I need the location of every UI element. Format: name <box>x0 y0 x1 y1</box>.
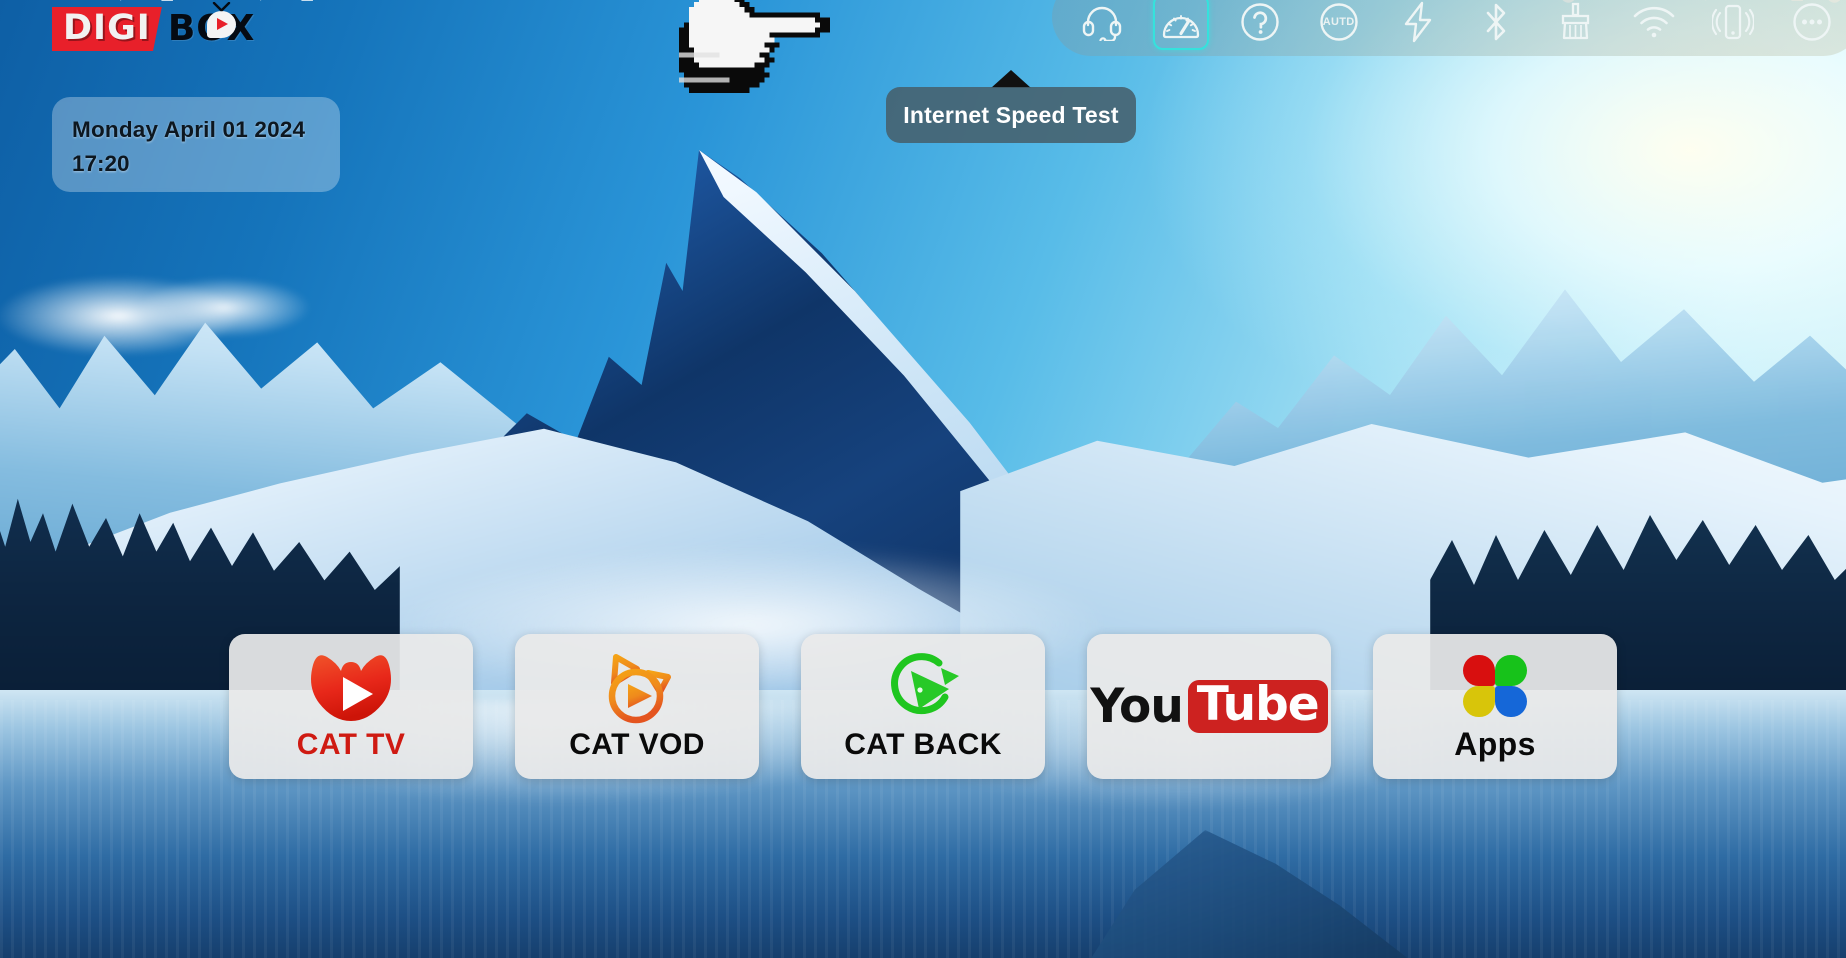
logo-secondary: BOX <box>168 2 256 49</box>
app-cat-back[interactable]: CAT BACK <box>801 634 1045 779</box>
youtube-wordmark-second: Tube <box>1187 680 1328 733</box>
speedometer-icon <box>1162 15 1200 39</box>
lightning-bolt-icon <box>1404 1 1431 43</box>
app-icon-wrap <box>229 652 473 724</box>
youtube-icon: You Tube <box>1090 671 1328 743</box>
speed-test-button[interactable] <box>1152 0 1209 50</box>
top-status-icon-bar: AUTD <box>1052 0 1846 56</box>
remote-button[interactable] <box>1705 0 1761 50</box>
pointing-hand-cursor <box>679 0 830 93</box>
current-time: 17:20 <box>72 151 130 176</box>
logo-primary-text: DIGI <box>52 7 162 51</box>
app-apps[interactable]: Apps <box>1373 634 1617 779</box>
flower-petal-yellow <box>1463 686 1495 717</box>
app-label-apps: Apps <box>1454 726 1536 762</box>
autd-label: AUTD <box>1322 16 1355 28</box>
tooltip-container: Internet Speed Test <box>886 70 1136 143</box>
cat-back-icon <box>891 652 959 714</box>
current-date: Monday April 01 2024 <box>72 117 306 142</box>
wifi-button[interactable] <box>1626 0 1682 50</box>
app-cat-vod[interactable]: CAT VOD <box>515 634 759 779</box>
tv-play-bubble-icon <box>206 11 236 38</box>
wifi-icon <box>1633 6 1675 38</box>
tooltip-bubble: Internet Speed Test <box>886 87 1136 143</box>
app-label-cat-vod: CAT VOD <box>569 727 705 761</box>
flower-petal-blue <box>1495 686 1527 717</box>
cat-tv-icon <box>311 654 391 721</box>
tv-antenna-icon <box>212 2 231 12</box>
broom-icon <box>1562 2 1590 40</box>
app-icon-wrap <box>1373 650 1617 722</box>
phone-vibrate-icon <box>1712 4 1754 40</box>
home-screen: ▼ ■ ▼ ■ ⬤ ▼ ■ ⬤ DIGI BOX Monday April 01… <box>0 0 1846 958</box>
tooltip-arrow-icon <box>991 70 1031 88</box>
youtube-wordmark-first: You <box>1090 679 1183 734</box>
date-time-widget: Monday April 01 2024 17:20 <box>52 97 340 192</box>
more-dots-icon <box>1793 3 1831 41</box>
app-youtube[interactable]: You Tube <box>1087 634 1331 779</box>
app-icon-wrap <box>515 652 759 724</box>
cloud-decoration <box>0 250 310 370</box>
question-mark-icon <box>1241 3 1279 41</box>
help-button[interactable] <box>1232 0 1288 50</box>
app-cat-tv[interactable]: CAT TV <box>229 634 473 779</box>
bluetooth-button[interactable] <box>1468 0 1524 50</box>
tooltip-text: Internet Speed Test <box>903 101 1119 128</box>
autd-button[interactable]: AUTD <box>1311 0 1367 50</box>
app-dock: CAT TV CAT VOD CAT BACK You Tube Apps <box>0 634 1846 779</box>
bluetooth-icon <box>1487 3 1506 41</box>
clean-button[interactable] <box>1547 0 1603 50</box>
flower-petal-red <box>1463 655 1495 686</box>
headset-button[interactable] <box>1074 0 1130 50</box>
flower-petal-green <box>1495 655 1527 686</box>
apps-flower-icon <box>1463 655 1527 717</box>
more-button[interactable] <box>1784 0 1840 50</box>
power-boost-button[interactable] <box>1390 0 1446 50</box>
app-label-cat-tv: CAT TV <box>296 727 406 761</box>
headset-icon <box>1082 6 1122 41</box>
app-logo: DIGI BOX <box>52 2 256 52</box>
cat-vod-icon <box>608 653 671 723</box>
app-label-cat-back: CAT BACK <box>844 727 1002 761</box>
app-icon-wrap <box>801 652 1045 724</box>
